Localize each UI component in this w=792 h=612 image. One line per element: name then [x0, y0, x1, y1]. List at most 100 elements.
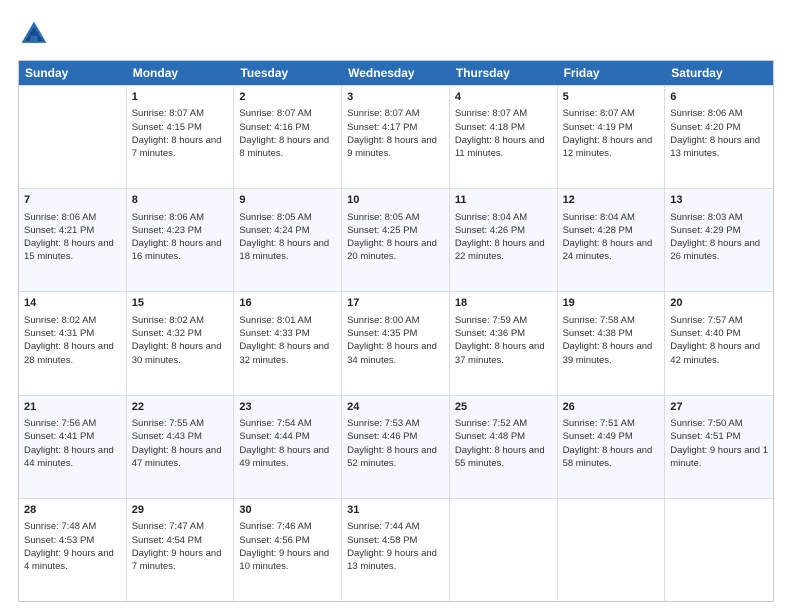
header-day-monday: Monday: [127, 61, 235, 85]
calendar-row-5: 28Sunrise: 7:48 AMSunset: 4:53 PMDayligh…: [19, 498, 773, 601]
daylight-text: Daylight: 8 hours and 22 minutes.: [455, 237, 552, 264]
sunrise-text: Sunrise: 8:07 AM: [563, 107, 660, 120]
day-number: 15: [132, 296, 229, 311]
sunset-text: Sunset: 4:38 PM: [563, 327, 660, 340]
daylight-text: Daylight: 8 hours and 12 minutes.: [563, 134, 660, 161]
daylight-text: Daylight: 8 hours and 32 minutes.: [239, 340, 336, 367]
day-cell-29: 29Sunrise: 7:47 AMSunset: 4:54 PMDayligh…: [127, 499, 235, 601]
daylight-text: Daylight: 8 hours and 34 minutes.: [347, 340, 444, 367]
daylight-text: Daylight: 8 hours and 28 minutes.: [24, 340, 121, 367]
day-cell-12: 12Sunrise: 8:04 AMSunset: 4:28 PMDayligh…: [558, 189, 666, 291]
header-day-saturday: Saturday: [665, 61, 773, 85]
sunrise-text: Sunrise: 8:02 AM: [132, 314, 229, 327]
calendar-header: SundayMondayTuesdayWednesdayThursdayFrid…: [19, 61, 773, 85]
daylight-text: Daylight: 9 hours and 10 minutes.: [239, 547, 336, 574]
day-number: 18: [455, 296, 552, 311]
calendar-row-3: 14Sunrise: 8:02 AMSunset: 4:31 PMDayligh…: [19, 291, 773, 394]
sunset-text: Sunset: 4:31 PM: [24, 327, 121, 340]
sunset-text: Sunset: 4:28 PM: [563, 224, 660, 237]
sunset-text: Sunset: 4:29 PM: [670, 224, 768, 237]
day-cell-20: 20 Sunrise: 7:57 AMSunset: 4:40 PMDayligh…: [665, 292, 773, 394]
sunset-text: Sunset: 4:25 PM: [347, 224, 444, 237]
day-number: 19: [563, 296, 660, 311]
sunset-text: Sunset: 4:18 PM: [455, 121, 552, 134]
day-cell-6: 6Sunrise: 8:06 AMSunset: 4:20 PMDaylight…: [665, 86, 773, 188]
daylight-text: Daylight: 8 hours and 44 minutes.: [24, 444, 121, 471]
daylight-text: Daylight: 8 hours and 8 minutes.: [239, 134, 336, 161]
sunset-text: Sunset: 4:24 PM: [239, 224, 336, 237]
day-cell-18: 18Sunrise: 7:59 AMSunset: 4:36 PMDayligh…: [450, 292, 558, 394]
day-cell-30: 30Sunrise: 7:46 AMSunset: 4:56 PMDayligh…: [234, 499, 342, 601]
daylight-text: Daylight: 8 hours and 47 minutes.: [132, 444, 229, 471]
empty-cell: [558, 499, 666, 601]
header-day-sunday: Sunday: [19, 61, 127, 85]
day-cell-27: 27Sunrise: 7:50 AMSunset: 4:51 PMDayligh…: [665, 396, 773, 498]
day-number: 10: [347, 193, 444, 208]
calendar-row-1: 1Sunrise: 8:07 AMSunset: 4:15 PMDaylight…: [19, 85, 773, 188]
sunrise-text: Sunrise: 8:07 AM: [239, 107, 336, 120]
day-number: 31: [347, 503, 444, 518]
day-number: 8: [132, 193, 229, 208]
sunrise-text: Sunrise: 8:07 AM: [132, 107, 229, 120]
sunset-text: Sunset: 4:19 PM: [563, 121, 660, 134]
day-cell-1: 1Sunrise: 8:07 AMSunset: 4:15 PMDaylight…: [127, 86, 235, 188]
day-number: 30: [239, 503, 336, 518]
day-number: 25: [455, 400, 552, 415]
day-number: 2: [239, 90, 336, 105]
header-day-friday: Friday: [558, 61, 666, 85]
day-cell-13: 13Sunrise: 8:03 AMSunset: 4:29 PMDayligh…: [665, 189, 773, 291]
daylight-text: Daylight: 8 hours and 24 minutes.: [563, 237, 660, 264]
day-number: 26: [563, 400, 660, 415]
day-number: 9: [239, 193, 336, 208]
day-cell-23: 23Sunrise: 7:54 AMSunset: 4:44 PMDayligh…: [234, 396, 342, 498]
day-cell-9: 9Sunrise: 8:05 AMSunset: 4:24 PMDaylight…: [234, 189, 342, 291]
daylight-text: Daylight: 8 hours and 39 minutes.: [563, 340, 660, 367]
sunset-text: Sunset: 4:43 PM: [132, 430, 229, 443]
day-number: 14: [24, 296, 121, 311]
daylight-text: Daylight: 8 hours and 18 minutes.: [239, 237, 336, 264]
sunset-text: Sunset: 4:15 PM: [132, 121, 229, 134]
day-number: 28: [24, 503, 121, 518]
sunrise-text: Sunrise: 8:02 AM: [24, 314, 121, 327]
sunrise-text: Sunrise: 8:06 AM: [24, 211, 121, 224]
day-number: 20: [670, 296, 768, 311]
day-cell-19: 19 Sunrise: 7:58 AMSunset: 4:38 PMDayligh…: [558, 292, 666, 394]
logo-icon: [18, 18, 50, 50]
day-number: 1: [132, 90, 229, 105]
daylight-text: Daylight: 8 hours and 49 minutes.: [239, 444, 336, 471]
sunset-text: Sunset: 4:51 PM: [670, 430, 768, 443]
day-cell-8: 8Sunrise: 8:06 AMSunset: 4:23 PMDaylight…: [127, 189, 235, 291]
sunset-text: Sunset: 4:17 PM: [347, 121, 444, 134]
daylight-text: Daylight: 8 hours and 11 minutes.: [455, 134, 552, 161]
sunset-text: Sunset: 4:56 PM: [239, 534, 336, 547]
daylight-text: Daylight: 8 hours and 52 minutes.: [347, 444, 444, 471]
day-number: 5: [563, 90, 660, 105]
sunset-text: Sunset: 4:21 PM: [24, 224, 121, 237]
day-cell-26: 26Sunrise: 7:51 AMSunset: 4:49 PMDayligh…: [558, 396, 666, 498]
sunrise-text: Sunrise: 7:55 AM: [132, 417, 229, 430]
sunrise-text: Sunrise: 7:57 AM: [670, 314, 768, 327]
sunset-text: Sunset: 4:32 PM: [132, 327, 229, 340]
day-cell-14: 14 Sunrise: 8:02 AMSunset: 4:31 PMDayligh…: [19, 292, 127, 394]
sunset-text: Sunset: 4:40 PM: [670, 327, 768, 340]
sunset-text: Sunset: 4:53 PM: [24, 534, 121, 547]
header-day-thursday: Thursday: [450, 61, 558, 85]
empty-cell: [19, 86, 127, 188]
daylight-text: Daylight: 8 hours and 15 minutes.: [24, 237, 121, 264]
day-number: 7: [24, 193, 121, 208]
day-number: 12: [563, 193, 660, 208]
sunrise-text: Sunrise: 7:54 AM: [239, 417, 336, 430]
day-cell-11: 11Sunrise: 8:04 AMSunset: 4:26 PMDayligh…: [450, 189, 558, 291]
empty-cell: [665, 499, 773, 601]
day-number: 22: [132, 400, 229, 415]
daylight-text: Daylight: 8 hours and 42 minutes.: [670, 340, 768, 367]
sunrise-text: Sunrise: 7:58 AM: [563, 314, 660, 327]
sunrise-text: Sunrise: 7:53 AM: [347, 417, 444, 430]
empty-cell: [450, 499, 558, 601]
daylight-text: Daylight: 8 hours and 20 minutes.: [347, 237, 444, 264]
sunrise-text: Sunrise: 8:05 AM: [347, 211, 444, 224]
day-number: 4: [455, 90, 552, 105]
sunset-text: Sunset: 4:46 PM: [347, 430, 444, 443]
daylight-text: Daylight: 9 hours and 1 minute.: [670, 444, 768, 471]
sunset-text: Sunset: 4:33 PM: [239, 327, 336, 340]
